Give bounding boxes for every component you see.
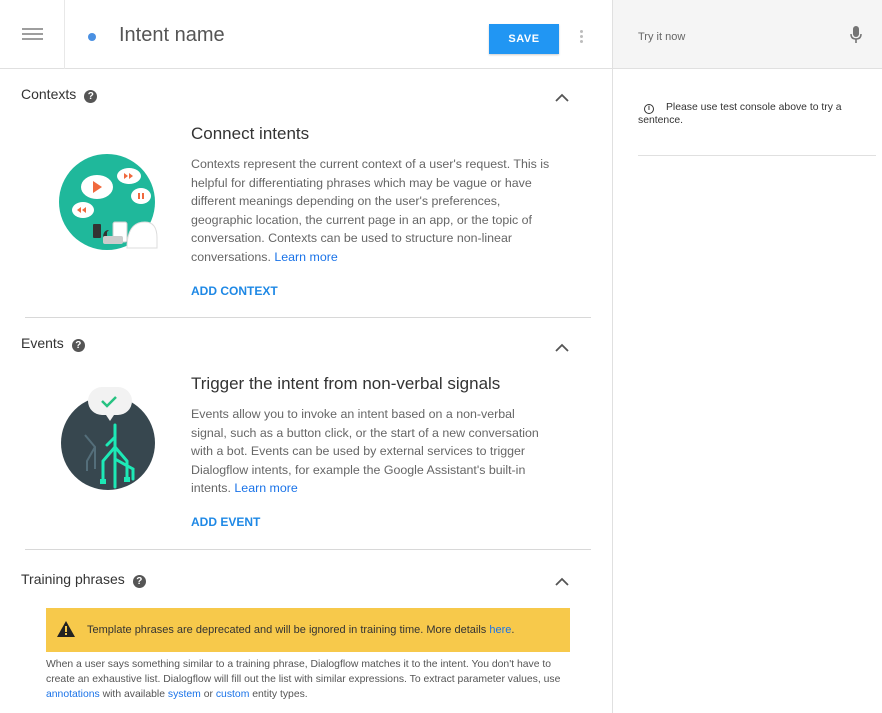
contexts-heading: Connect intents [191,124,310,143]
chevron-up-icon[interactable] [555,577,569,586]
help-icon[interactable]: ? [132,575,146,588]
events-learn-more-link[interactable]: Learn more [234,481,297,495]
contexts-title: Contexts [21,86,77,102]
training-desc-part: When a user says something similar to a … [46,659,561,685]
contexts-learn-more-link[interactable]: Learn more [274,250,337,264]
contexts-section-title[interactable]: Contexts? [21,86,98,103]
microphone-icon[interactable] [850,26,862,44]
events-description: Events allow you to invoke an intent bas… [191,405,551,498]
console-divider [638,155,876,156]
training-desc-part: or [203,689,213,700]
contexts-illustration [59,154,158,250]
warning-message: Template phrases are deprecated and will… [87,624,515,636]
info-icon: i [644,104,654,114]
section-divider [25,549,591,550]
more-vert-icon[interactable] [580,30,584,44]
help-icon[interactable]: ? [84,90,98,103]
chevron-up-icon[interactable] [555,93,569,102]
training-section-title[interactable]: Training phrases? [21,571,146,588]
training-desc-part: entity types. [252,689,308,700]
console-info-message: i Please use test console above to try a … [638,101,873,127]
warning-icon [57,621,75,637]
hamburger-menu-icon[interactable] [22,28,43,42]
try-it-now-bar: Try it now [613,0,882,69]
training-description: When a user says something similar to a … [46,657,576,702]
custom-entities-link[interactable]: custom [216,689,250,700]
intent-header: Intent name SAVE [0,0,612,69]
events-illustration [61,387,155,490]
events-section-title[interactable]: Events? [21,335,85,352]
add-context-button[interactable]: ADD CONTEXT [191,284,278,298]
intent-editor: Intent name SAVE Contexts? Connect inten… [0,0,612,713]
header-divider [64,0,65,69]
contexts-text: Contexts represent the current context o… [191,157,550,264]
save-button[interactable]: SAVE [489,24,559,54]
add-event-button[interactable]: ADD EVENT [191,515,260,529]
try-it-now-input[interactable]: Try it now [638,31,685,43]
template-deprecated-warning: Template phrases are deprecated and will… [46,608,570,652]
warning-details-link[interactable]: here [489,624,511,636]
help-icon[interactable]: ? [71,339,85,352]
chevron-up-icon[interactable] [555,343,569,352]
training-title: Training phrases [21,571,125,587]
console-info-text: Please use test console above to try a s… [638,102,842,126]
events-heading: Trigger the intent from non-verbal signa… [191,374,501,393]
system-entities-link[interactable]: system [168,689,201,700]
contexts-description: Contexts represent the current context o… [191,155,551,267]
intent-priority-dot[interactable] [88,33,96,41]
warning-text: Template phrases are deprecated and will… [87,624,487,636]
events-title: Events [21,335,64,351]
section-divider [25,317,591,318]
training-desc-part: with available [102,689,166,700]
test-console: Try it now i Please use test console abov… [612,0,882,713]
intent-name-input[interactable]: Intent name [119,24,225,47]
annotations-link[interactable]: annotations [46,689,100,700]
